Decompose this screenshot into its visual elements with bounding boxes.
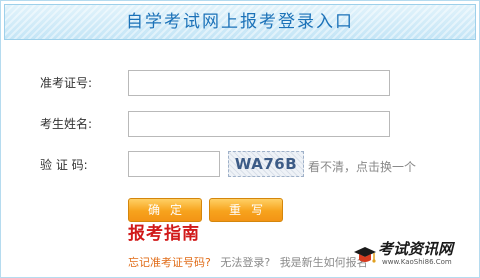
captcha-input[interactable] [128, 151, 220, 177]
confirm-button[interactable]: 确定 [128, 198, 202, 222]
graduation-cap-icon [354, 247, 376, 263]
watermark-logo: 考试资讯网 www.KaoShi86.Com [352, 240, 470, 270]
watermark-url: www.KaoShi86.Com [382, 258, 452, 266]
exam-id-label: 准考证号: [40, 76, 93, 90]
name-label: 考生姓名: [40, 117, 93, 131]
login-panel [0, 0, 480, 278]
watermark-brand: 考试资讯网 [378, 240, 454, 258]
help-links: 忘记准考证号码? 无法登录? 我是新生如何报名 [128, 256, 368, 270]
captcha-image[interactable]: WA76B [228, 151, 304, 177]
header-banner: 自学考试网上报考登录入口 [4, 4, 476, 40]
captcha-code: WA76B [234, 155, 298, 173]
forgot-exam-id-link[interactable]: 忘记准考证号码? [128, 256, 211, 269]
captcha-label: 验 证 码: [40, 158, 88, 172]
exam-guide-link[interactable]: 报考指南 [128, 223, 200, 245]
captcha-refresh-link[interactable]: 看不清，点击换一个 [308, 160, 416, 174]
exam-id-input[interactable] [128, 70, 390, 96]
page-title: 自学考试网上报考登录入口 [126, 12, 354, 32]
name-input[interactable] [128, 111, 390, 137]
reset-button[interactable]: 重写 [209, 198, 283, 222]
cannot-login-link[interactable]: 无法登录? [220, 256, 270, 269]
